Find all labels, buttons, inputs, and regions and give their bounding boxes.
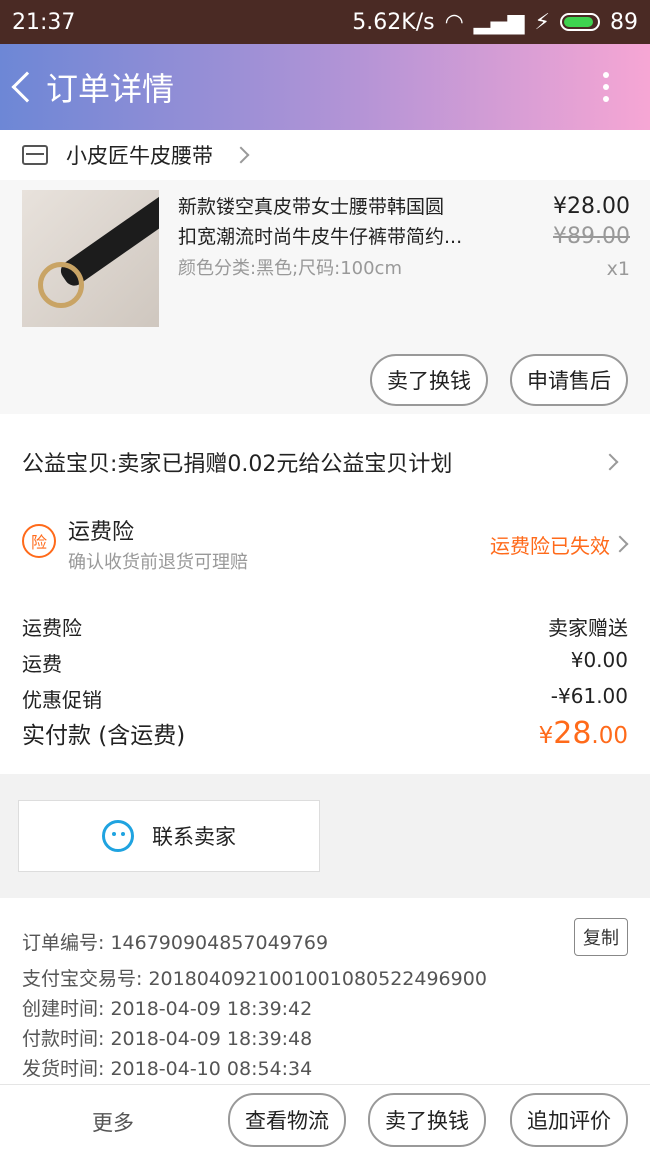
view-logistics-button[interactable]: 查看物流 [228, 1093, 346, 1147]
product-price: ¥28.00 [553, 194, 630, 219]
order-item[interactable]: 新款镂空真皮带女士腰带韩国圆 扣宽潮流时尚牛皮牛仔裤带简约... 颜色分类:黑色… [0, 180, 650, 415]
fee-row-insurance: 运费险 卖家赠送 [22, 616, 628, 640]
fee-row-shipping: 运费 ¥0.00 [22, 648, 628, 676]
total-paid-row: 实付款 (含运费) ¥28.00 [22, 716, 628, 751]
total-amount: ¥28.00 [538, 716, 628, 751]
battery-level: 89 [610, 9, 638, 35]
status-bar: 21:37 5.62K/s ◠ ▂▄▆ ⚡ 89 [0, 0, 650, 44]
chevron-right-icon [601, 453, 619, 471]
store-row[interactable]: 小皮匠牛皮腰带 [0, 130, 650, 180]
back-icon[interactable] [0, 44, 44, 130]
insurance-status: 运费险已失效 [490, 534, 610, 558]
resell-button[interactable]: 卖了换钱 [368, 1093, 486, 1147]
after-sale-button[interactable]: 申请售后 [510, 354, 628, 406]
shipped-time: 发货时间: 2018-04-10 08:54:34 [22, 1058, 313, 1080]
product-original-price: ¥89.00 [553, 224, 630, 249]
product-image[interactable] [22, 190, 159, 327]
shipping-insurance-row[interactable]: 险 运费险 确认收货前退货可理赔 运费险已失效 [0, 498, 650, 586]
resell-button[interactable]: 卖了换钱 [370, 354, 488, 406]
charity-text: 公益宝贝:卖家已捐赠0.02元给公益宝贝计划 [22, 452, 453, 477]
created-time: 创建时间: 2018-04-09 18:39:42 [22, 998, 313, 1020]
contact-section: 联系卖家 [0, 786, 650, 882]
fee-row-discount: 优惠促销 -¥61.00 [22, 684, 628, 712]
chevron-right-icon [232, 146, 250, 164]
order-info: 订单编号: 146790904857049769 复制 支付宝交易号: 2018… [0, 898, 650, 1088]
product-name: 新款镂空真皮带女士腰带韩国圆 扣宽潮流时尚牛皮牛仔裤带简约... [178, 196, 463, 248]
more-actions-link[interactable]: 更多 [92, 1107, 134, 1137]
insurance-subtitle: 确认收货前退货可理赔 [68, 552, 248, 573]
product-quantity: x1 [606, 258, 630, 280]
order-number: 订单编号: 146790904857049769 [22, 932, 329, 954]
battery-icon [560, 13, 600, 31]
more-menu-icon[interactable] [586, 44, 626, 130]
product-sku: 颜色分类:黑色;尺码:100cm [178, 258, 402, 279]
contact-seller-button[interactable]: 联系卖家 [18, 800, 320, 872]
charity-row[interactable]: 公益宝贝:卖家已捐赠0.02元给公益宝贝计划 [0, 414, 650, 510]
page-title: 订单详情 [46, 70, 175, 108]
wangwang-chat-icon [102, 820, 134, 852]
paid-time: 付款时间: 2018-04-09 18:39:48 [22, 1028, 313, 1050]
insurance-title: 运费险 [68, 520, 135, 545]
store-icon [22, 145, 48, 165]
add-review-button[interactable]: 追加评价 [510, 1093, 628, 1147]
alipay-number: 支付宝交易号: 2018040921001001080522496900 [22, 968, 487, 990]
store-name: 小皮匠牛皮腰带 [66, 144, 213, 168]
bottom-action-bar: 更多 查看物流 卖了换钱 追加评价 [0, 1084, 650, 1155]
insurance-icon: 险 [22, 524, 56, 558]
chevron-right-icon [611, 535, 629, 553]
charging-icon: ⚡ [534, 9, 550, 35]
fee-summary: 运费险 卖家赠送 运费 ¥0.00 优惠促销 -¥61.00 实付款 (含运费)… [0, 586, 650, 774]
copy-button[interactable]: 复制 [574, 918, 628, 956]
app-bar: 订单详情 [0, 44, 650, 130]
signal-icon: ▂▄▆ [473, 9, 525, 35]
wifi-icon: ◠ [444, 9, 464, 35]
network-speed: 5.62K/s [352, 9, 435, 35]
status-time: 21:37 [12, 9, 76, 35]
total-label: 实付款 (含运费) [22, 723, 186, 749]
